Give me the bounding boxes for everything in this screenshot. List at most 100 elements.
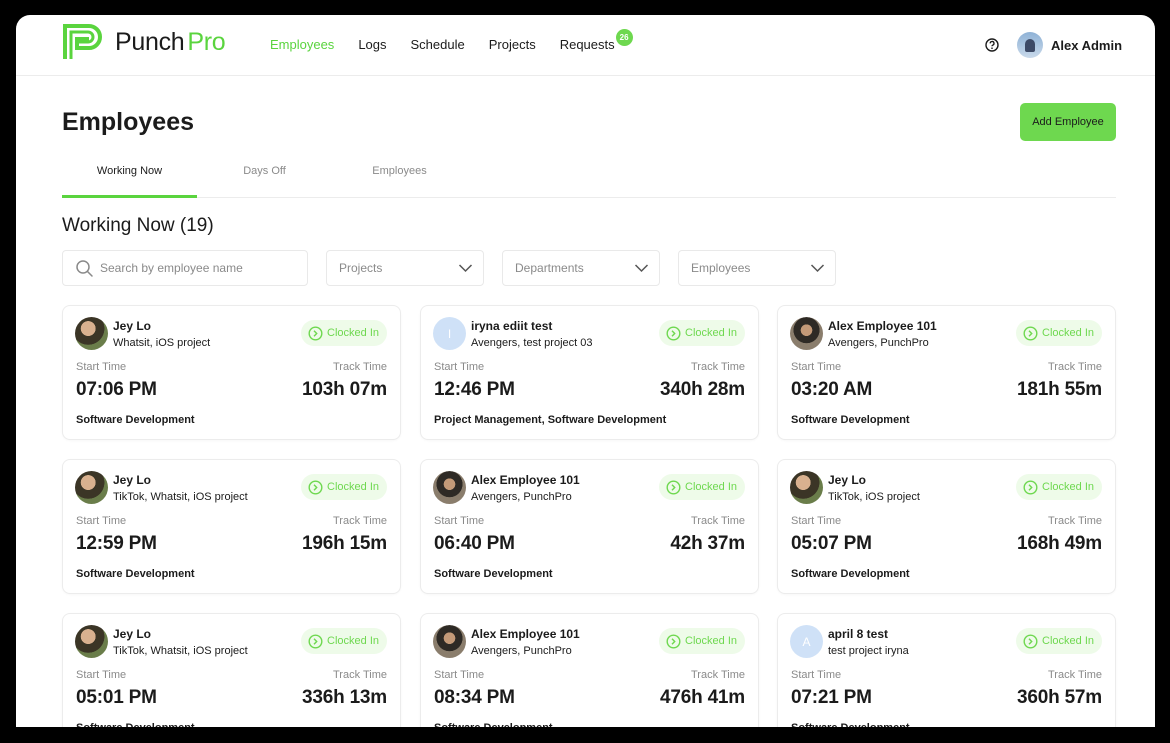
track-time-value: 340h 28m — [659, 379, 745, 400]
track-time-label: Track Time — [691, 515, 745, 527]
track-time-value: 168h 49m — [1016, 533, 1102, 554]
start-time-label: Start Time — [76, 361, 127, 373]
search-icon — [76, 259, 93, 277]
employee-card[interactable]: Alex Employee 101 Avengers, PunchPro Clo… — [420, 613, 759, 727]
status-label: Clocked In — [1042, 327, 1094, 339]
nav-schedule[interactable]: Schedule — [411, 37, 465, 52]
employee-card[interactable]: Jey Lo TikTok, Whatsit, iOS project Cloc… — [62, 459, 401, 594]
employee-card[interactable]: Jey Lo TikTok, iOS project Clocked In St… — [777, 459, 1116, 594]
employee-name: Jey Lo — [113, 319, 152, 333]
status-label: Clocked In — [685, 635, 737, 647]
clock-in-icon — [308, 479, 323, 495]
avatar-initial: I — [447, 326, 452, 341]
track-time-value: 336h 13m — [301, 687, 387, 708]
start-time-value: 07:06 PM — [76, 379, 157, 400]
status-badge: Clocked In — [301, 320, 387, 346]
add-employee-button[interactable]: Add Employee — [1020, 103, 1116, 141]
nav-employees[interactable]: Employees — [270, 37, 334, 52]
nav-projects[interactable]: Projects — [489, 37, 536, 52]
track-time-label: Track Time — [691, 669, 745, 681]
track-time-label: Track Time — [691, 361, 745, 373]
user-name: Alex Admin — [1051, 37, 1123, 53]
employee-card[interactable]: Jey Lo Whatsit, iOS project Clocked In S… — [62, 305, 401, 440]
avatar — [433, 471, 466, 504]
start-time-value: 08:34 PM — [434, 687, 515, 708]
track-time-value: 181h 55m — [1016, 379, 1102, 400]
track-time-label: Track Time — [1048, 669, 1102, 681]
employee-projects: Avengers, PunchPro — [471, 491, 572, 503]
section-title: Working Now (19) — [62, 215, 214, 236]
track-time-label: Track Time — [333, 515, 387, 527]
employee-name: Alex Employee 101 — [471, 473, 580, 487]
department: Software Development — [76, 722, 195, 727]
status-badge: Clocked In — [659, 320, 745, 346]
track-time-value: 103h 07m — [301, 379, 387, 400]
nav-logs[interactable]: Logs — [358, 37, 386, 52]
user-avatar — [1017, 32, 1043, 58]
tab-working-now[interactable]: Working Now — [62, 163, 197, 198]
employee-search[interactable] — [62, 250, 308, 286]
clock-in-icon — [308, 325, 323, 341]
start-time-label: Start Time — [76, 515, 127, 527]
employee-card[interactable]: Alex Employee 101 Avengers, PunchPro Clo… — [777, 305, 1116, 440]
device-frame: Punch Pro Employees Logs Schedule Project… — [0, 0, 1170, 743]
start-time-label: Start Time — [434, 361, 485, 373]
employees-filter[interactable]: Employees — [678, 250, 836, 286]
department: Project Management, Software Development — [434, 414, 667, 426]
start-time-value: 12:59 PM — [76, 533, 157, 554]
status-label: Clocked In — [685, 481, 737, 493]
projects-filter[interactable]: Projects — [326, 250, 484, 286]
clock-in-icon — [1023, 633, 1038, 649]
track-time-value: 360h 57m — [1016, 687, 1102, 708]
start-time-value: 05:01 PM — [76, 687, 157, 708]
chevron-down-icon — [634, 264, 649, 273]
department: Software Development — [434, 722, 553, 727]
employee-projects: TikTok, Whatsit, iOS project — [113, 491, 248, 503]
employees-filter-label: Employees — [691, 261, 751, 275]
tab-days-off[interactable]: Days Off — [197, 163, 332, 198]
search-input[interactable] — [100, 261, 290, 275]
status-badge: Clocked In — [659, 474, 745, 500]
help-icon[interactable] — [985, 38, 999, 52]
clock-in-icon — [666, 325, 681, 341]
track-time-label: Track Time — [333, 669, 387, 681]
departments-filter[interactable]: Departments — [502, 250, 660, 286]
start-time-value: 06:40 PM — [434, 533, 515, 554]
track-time-value: 42h 37m — [670, 533, 745, 554]
projects-filter-label: Projects — [339, 261, 383, 275]
status-badge: Clocked In — [301, 628, 387, 654]
employee-projects: Avengers, PunchPro — [828, 337, 929, 349]
tab-employees[interactable]: Employees — [332, 163, 467, 198]
status-badge: Clocked In — [659, 628, 745, 654]
employee-card[interactable]: Alex Employee 101 Avengers, PunchPro Clo… — [420, 459, 759, 594]
avatar — [75, 471, 108, 504]
department: Software Development — [791, 414, 910, 426]
department: Software Development — [76, 568, 195, 580]
department: Software Development — [76, 414, 195, 426]
status-badge: Clocked In — [301, 474, 387, 500]
clock-in-icon — [1023, 479, 1038, 495]
start-time-value: 07:21 PM — [791, 687, 872, 708]
start-time-value: 12:46 PM — [434, 379, 515, 400]
nav-requests[interactable]: Requests 26 — [560, 29, 633, 52]
employee-name: Alex Employee 101 — [828, 319, 937, 333]
track-time-value: 476h 41m — [659, 687, 745, 708]
clock-in-icon — [308, 633, 323, 649]
track-time-label: Track Time — [1048, 515, 1102, 527]
employee-card[interactable]: Jey Lo TikTok, Whatsit, iOS project Cloc… — [62, 613, 401, 727]
employee-name: iryna ediit test — [471, 319, 553, 333]
departments-filter-label: Departments — [515, 261, 584, 275]
logo-word-pro: Pro — [187, 27, 226, 56]
chevron-down-icon — [458, 264, 473, 273]
main-nav: Employees Logs Schedule Projects Request… — [270, 29, 639, 52]
employee-card[interactable]: I iryna ediit test Avengers, test projec… — [420, 305, 759, 440]
department: Software Development — [791, 722, 910, 727]
track-time-value: 196h 15m — [301, 533, 387, 554]
start-time-label: Start Time — [434, 669, 485, 681]
track-time-label: Track Time — [333, 361, 387, 373]
requests-count-badge: 26 — [615, 29, 633, 46]
punchpro-logo[interactable]: Punch Pro — [62, 23, 226, 61]
employee-card[interactable]: A april 8 test test project iryna Clocke… — [777, 613, 1116, 727]
user-menu[interactable]: Alex Admin — [1017, 32, 1122, 58]
chevron-down-icon — [810, 264, 825, 273]
